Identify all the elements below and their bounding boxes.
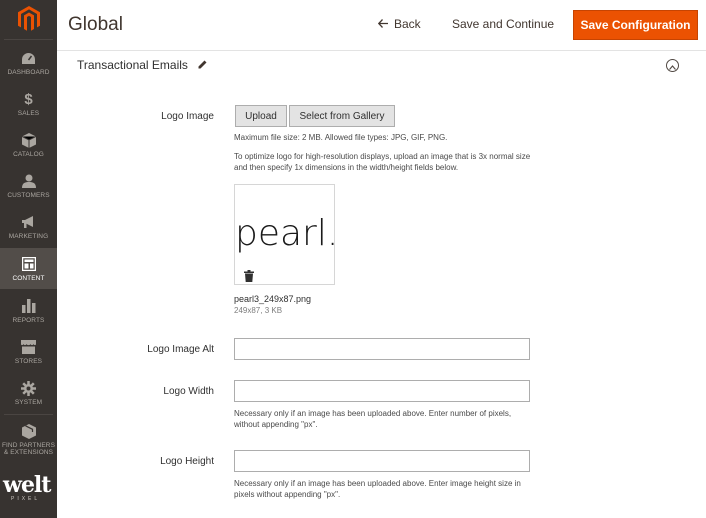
back-button-label: Back [394,17,421,31]
sidebar-item-label: FIND PARTNERS & EXTENSIONS [1,442,56,456]
speedometer-icon [21,50,37,66]
logo-height-input[interactable] [234,450,530,472]
logo-image-label: Logo Image [161,111,214,122]
sidebar-item-label: CATALOG [13,151,44,158]
layout-icon [21,256,37,272]
sidebar-item-label: CONTENT [12,275,45,282]
box-icon [21,423,37,439]
logo-width-input[interactable] [234,380,530,402]
brand-logo: welt PIXEL [3,474,55,514]
sidebar-item-label: SYSTEM [14,399,43,406]
page-title: Global [68,14,123,35]
sidebar-item-system[interactable]: SYSTEM [0,372,57,413]
storefront-icon [21,339,37,355]
page-header: Global Back Save and Continue Save Confi… [57,0,706,51]
admin-sidebar: DASHBOARD $ SALES CATALOG CUSTOMERS MARK… [0,0,57,518]
sidebar-item-stores[interactable]: STORES [0,331,57,372]
section-title: Transactional Emails [77,58,188,72]
gear-icon [21,380,37,396]
sidebar-item-label: STORES [14,358,43,365]
chevron-up-icon [669,57,676,75]
dollar-icon: $ [24,90,33,108]
logo-height-label: Logo Height [160,456,214,467]
sidebar-item-label: REPORTS [12,317,45,324]
sidebar-item-marketing[interactable]: MARKETING [0,206,57,247]
brand-main-text: welt [3,472,51,498]
sidebar-item-label: DASHBOARD [7,69,50,76]
section-header[interactable]: Transactional Emails [77,58,207,72]
file-meta: 249x87, 3 KB [234,306,283,315]
person-icon [21,173,37,189]
save-and-continue-button[interactable]: Save and Continue [452,17,554,31]
save-configuration-button[interactable]: Save Configuration [573,10,698,40]
pencil-icon [198,58,207,72]
sidebar-item-dashboard[interactable]: DASHBOARD [0,42,57,83]
logo-preview: pearl. [234,184,339,285]
sidebar-item-label: SALES [17,110,40,117]
cube-icon [21,132,37,148]
sidebar-item-label: CUSTOMERS [7,192,50,199]
upload-button[interactable]: Upload [235,105,287,127]
magento-logo-icon[interactable] [0,0,57,38]
megaphone-icon [21,214,37,230]
sidebar-item-find-partners[interactable]: FIND PARTNERS & EXTENSIONS [0,415,57,463]
logo-width-note: Necessary only if an image has been uplo… [234,409,512,429]
bar-chart-icon [21,298,37,314]
sidebar-item-label: MARKETING [8,233,49,240]
logo-height-note: Necessary only if an image has been uplo… [234,479,521,499]
logo-width-label: Logo Width [163,386,214,397]
collapse-toggle-button[interactable] [666,59,679,72]
select-from-gallery-button[interactable]: Select from Gallery [289,105,395,127]
sidebar-item-reports[interactable]: REPORTS [0,290,57,331]
file-size-note: Maximum file size: 2 MB. Allowed file ty… [234,133,448,142]
optimize-note: To optimize logo for high-resolution dis… [234,152,531,172]
logo-image-alt-input[interactable] [234,338,530,360]
sidebar-divider [4,39,53,40]
sidebar-item-content[interactable]: CONTENT [0,248,57,289]
file-name: pearl3_249x87.png [234,294,312,304]
back-button[interactable]: Back [377,17,421,31]
arrow-left-icon [377,17,388,31]
logo-image-alt-label: Logo Image Alt [147,344,214,355]
sidebar-item-customers[interactable]: CUSTOMERS [0,165,57,206]
sidebar-item-sales[interactable]: $ SALES [0,83,57,124]
sidebar-item-catalog[interactable]: CATALOG [0,124,57,165]
trash-icon[interactable] [244,269,254,282]
logo-preview-text: pearl. [235,213,339,254]
